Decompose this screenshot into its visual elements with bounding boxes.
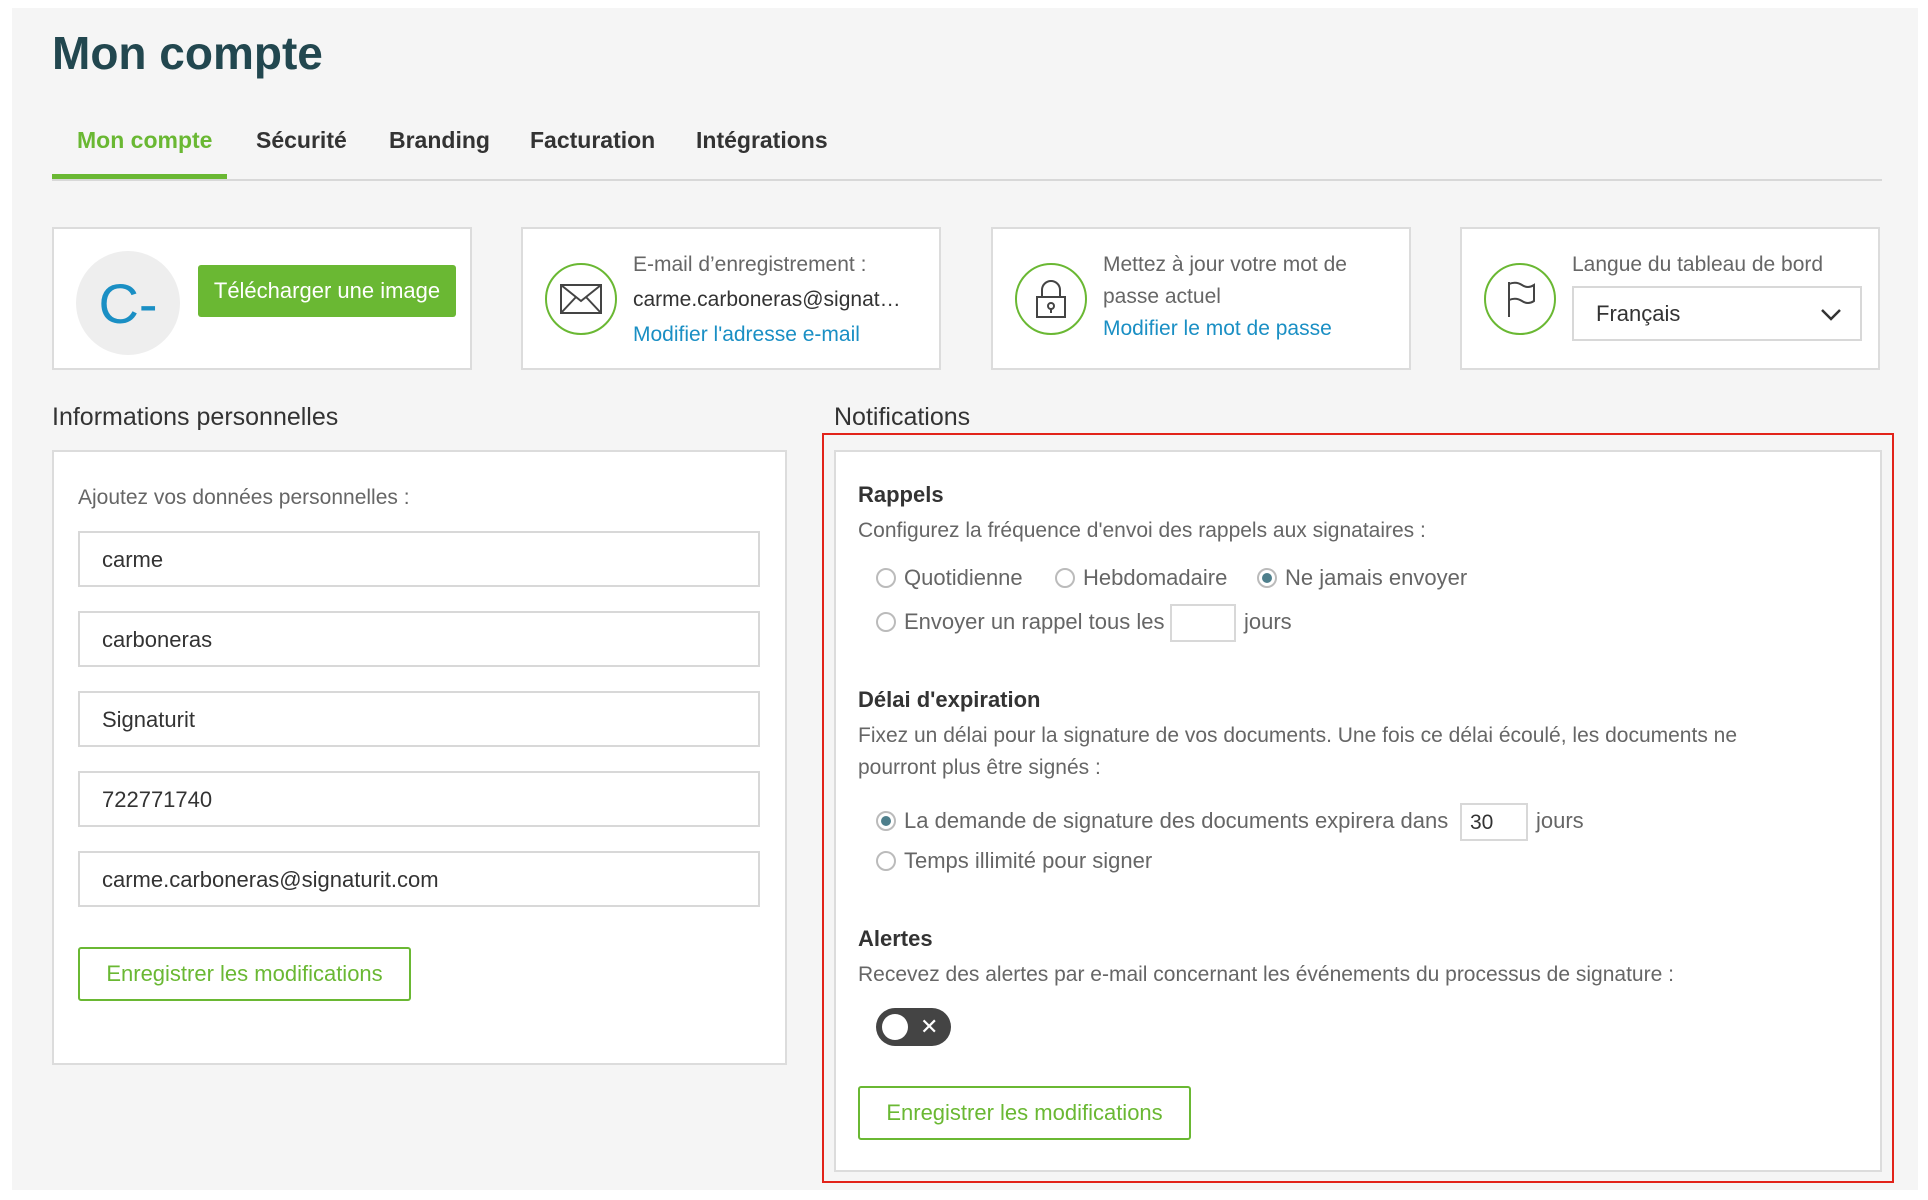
flag-icon	[1484, 263, 1556, 335]
first-name-field[interactable]: carme	[78, 531, 760, 587]
envelope-icon	[545, 263, 617, 335]
change-email-link[interactable]: Modifier l'adresse e-mail	[633, 323, 860, 347]
company-field[interactable]: Signaturit	[78, 691, 760, 747]
email-field[interactable]: carme.carboneras@signaturit.com	[78, 851, 760, 907]
password-text-line1: Mettez à jour votre mot de	[1103, 253, 1347, 276]
personal-info-panel: Ajoutez vos données personnelles : carme…	[52, 450, 787, 1065]
avatar: C-	[76, 251, 180, 355]
tab-mon-compte[interactable]: Mon compte	[77, 127, 212, 154]
page-title: Mon compte	[52, 27, 323, 79]
personal-info-intro: Ajoutez vos données personnelles :	[78, 486, 410, 509]
email-field-value: carme.carboneras@signaturit.com	[102, 867, 439, 892]
first-name-value: carme	[102, 547, 164, 572]
save-personal-button[interactable]: Enregistrer les modifications	[78, 947, 411, 1001]
tab-bar: Mon compte Sécurité Branding Facturation…	[52, 115, 1882, 181]
email-card: E-mail d’enregistrement : carme.carboner…	[521, 227, 941, 370]
lock-icon	[1015, 263, 1087, 335]
email-label: E-mail d’enregistrement :	[633, 253, 867, 276]
phone-value: 722771740	[102, 787, 213, 812]
password-text-line2: passe actuel	[1103, 285, 1221, 308]
tab-facturation[interactable]: Facturation	[530, 127, 655, 154]
avatar-card: C- Télécharger une image	[52, 227, 472, 370]
last-name-value: carboneras	[102, 627, 213, 652]
password-card: Mettez à jour votre mot de passe actuel …	[991, 227, 1411, 370]
active-tab-indicator	[52, 174, 227, 179]
chevron-down-icon	[1820, 304, 1842, 329]
language-select[interactable]: Français	[1572, 286, 1862, 341]
tab-securite[interactable]: Sécurité	[256, 127, 347, 154]
last-name-field[interactable]: carboneras	[78, 611, 760, 667]
language-card: Langue du tableau de bord Français	[1460, 227, 1880, 370]
personal-info-title: Informations personnelles	[52, 403, 339, 431]
tab-integrations[interactable]: Intégrations	[696, 127, 828, 154]
language-label: Langue du tableau de bord	[1572, 253, 1824, 276]
upload-image-button[interactable]: Télécharger une image	[198, 265, 456, 317]
tab-branding[interactable]: Branding	[389, 127, 490, 154]
highlight-box	[822, 433, 1894, 1183]
company-value: Signaturit	[102, 707, 195, 732]
email-value: carme.carboneras@signat…	[633, 288, 901, 311]
change-password-link[interactable]: Modifier le mot de passe	[1103, 317, 1332, 341]
notifications-title: Notifications	[834, 403, 971, 431]
language-select-value: Français	[1596, 301, 1681, 326]
phone-field[interactable]: 722771740	[78, 771, 760, 827]
